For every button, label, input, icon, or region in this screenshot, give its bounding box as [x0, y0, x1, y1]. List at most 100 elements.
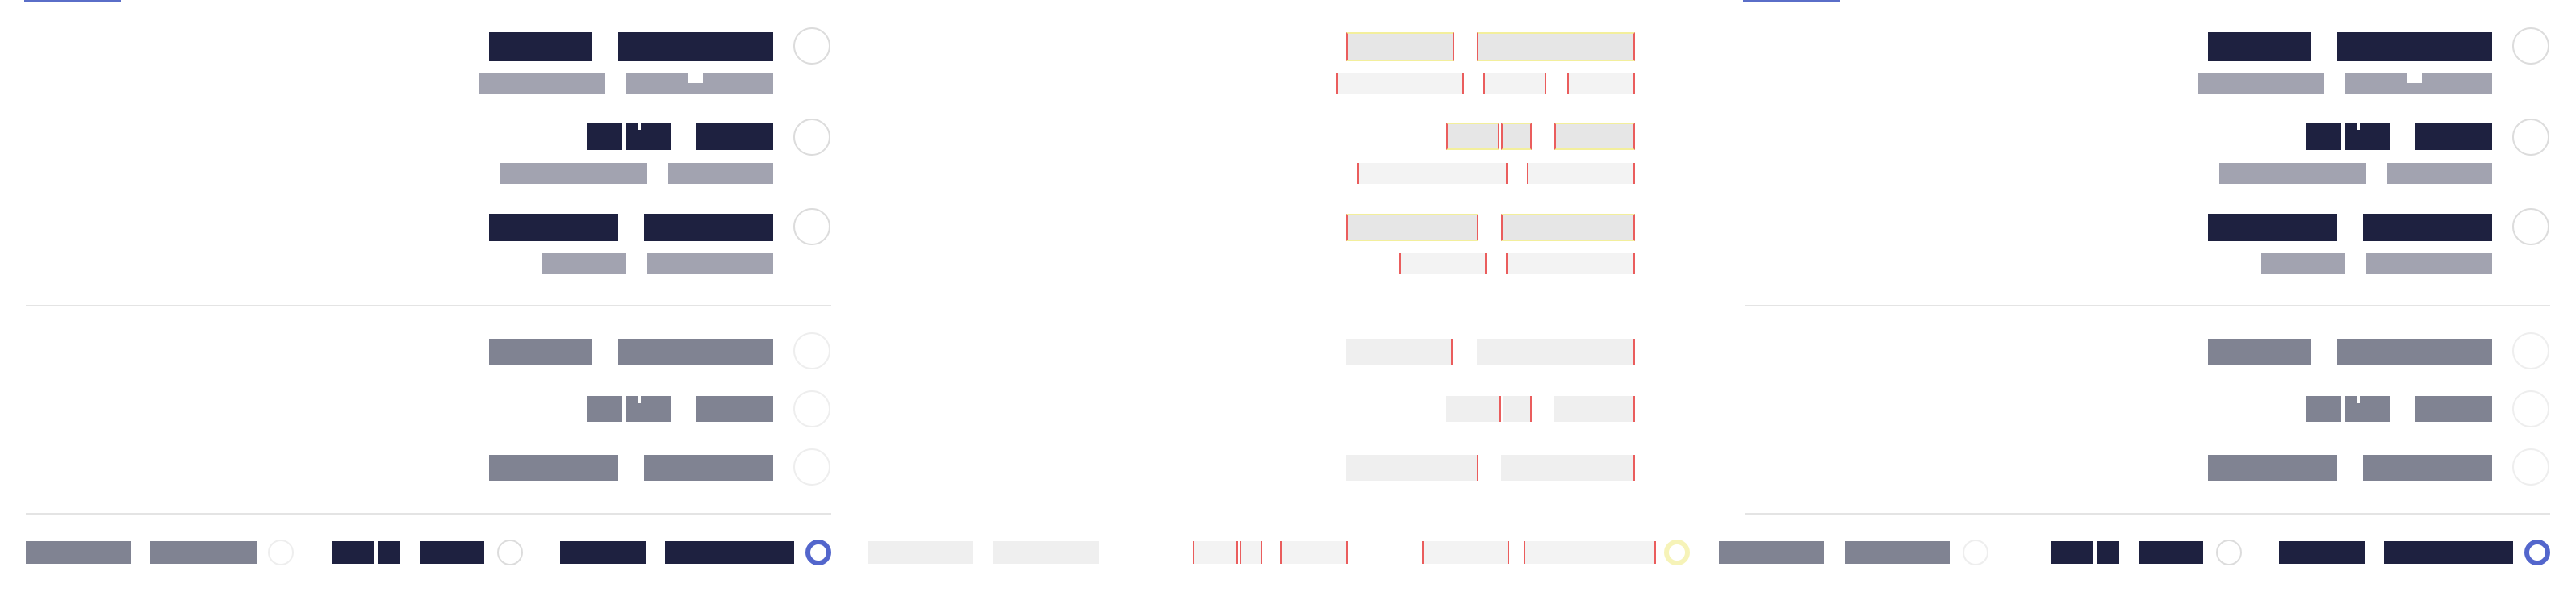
- option-title-part: [2363, 214, 2492, 241]
- option-subtitle-part: [647, 253, 773, 274]
- option-title-part: [2208, 32, 2311, 61]
- subtitle-gap: [688, 73, 703, 83]
- radio-button-selected-icon[interactable]: [2524, 540, 2550, 565]
- top-tab-indicator[interactable]: [1743, 0, 1840, 2]
- bottom-option-part: [2051, 541, 2093, 564]
- option-subtitle-part: [1506, 253, 1635, 274]
- option-title-part: [2363, 455, 2492, 481]
- glyph-gap: [2357, 123, 2360, 130]
- option-title-part: [696, 396, 773, 422]
- option-title-part: [2337, 32, 2492, 61]
- option-subtitle-part: [1399, 253, 1487, 274]
- bottom-option-part: [2097, 541, 2119, 564]
- panel-left: [0, 0, 855, 592]
- option-title-part: [489, 339, 592, 365]
- option-title-part: [1346, 455, 1478, 481]
- option-title-part: [1346, 339, 1453, 365]
- top-tab-indicator[interactable]: [24, 0, 121, 2]
- section-divider: [26, 305, 831, 306]
- option-title-part: [2306, 396, 2341, 422]
- subtitle-gap: [2407, 73, 2422, 83]
- radio-button-icon[interactable]: [2512, 208, 2549, 245]
- option-subtitle-part: [1336, 73, 1464, 94]
- option-title-part: [2415, 123, 2492, 150]
- option-subtitle-part: [542, 253, 626, 274]
- radio-button-icon[interactable]: [793, 119, 830, 156]
- radio-button-selected-icon[interactable]: [805, 540, 831, 565]
- option-title-part: [2306, 123, 2341, 150]
- radio-button-icon[interactable]: [2512, 119, 2549, 156]
- radio-button-icon[interactable]: [2512, 390, 2549, 427]
- radio-button-icon[interactable]: [2512, 27, 2549, 65]
- bottom-option-part: [2384, 541, 2513, 564]
- option-title-part: [618, 339, 773, 365]
- option-title-part: [2345, 396, 2390, 422]
- radio-button-icon[interactable]: [268, 540, 294, 565]
- bottom-option-part: [1280, 541, 1348, 564]
- option-subtitle-part: [2219, 163, 2366, 184]
- option-subtitle-part: [479, 73, 605, 94]
- option-subtitle-part: [2261, 253, 2345, 274]
- bottom-option-part: [1845, 541, 1950, 564]
- option-title-part: [1477, 339, 1635, 365]
- option-title-part: [2415, 396, 2492, 422]
- bottom-option-part: [150, 541, 257, 564]
- radio-button-selected-icon[interactable]: [1664, 540, 1690, 565]
- option-subtitle-part: [668, 163, 773, 184]
- bottom-option-part: [2139, 541, 2203, 564]
- glyph-gap: [638, 123, 641, 130]
- radio-button-icon[interactable]: [793, 27, 830, 65]
- radio-button-icon[interactable]: [793, 448, 830, 486]
- option-subtitle-part: [1527, 163, 1635, 184]
- bottom-option-part: [665, 541, 794, 564]
- bottom-option-part: [420, 541, 484, 564]
- bottom-option-part: [378, 541, 400, 564]
- option-title-part: [626, 123, 671, 150]
- radio-button-icon[interactable]: [497, 540, 523, 565]
- top-tab-indicator[interactable]: [872, 0, 968, 2]
- option-title-part: [1554, 123, 1635, 150]
- section-divider: [26, 513, 831, 515]
- bottom-option-part: [1193, 541, 1238, 564]
- option-title-part: [626, 396, 671, 422]
- option-title-part: [644, 455, 773, 481]
- option-title-part: [696, 123, 773, 150]
- bottom-option-part: [1524, 541, 1656, 564]
- radio-button-icon[interactable]: [2512, 332, 2549, 369]
- bottom-option-part: [868, 541, 973, 564]
- option-title-part: [587, 123, 622, 150]
- radio-button-icon[interactable]: [793, 390, 830, 427]
- option-title-part: [1501, 123, 1532, 150]
- glyph-gap: [2357, 396, 2360, 403]
- option-subtitle-part: [2198, 73, 2324, 94]
- option-title-part: [644, 214, 773, 241]
- radio-button-icon[interactable]: [2216, 540, 2242, 565]
- option-subtitle-part: [1567, 73, 1635, 94]
- section-divider: [1745, 305, 2550, 306]
- radio-button-icon[interactable]: [793, 332, 830, 369]
- option-title-part: [1501, 455, 1635, 481]
- option-title-part: [618, 32, 773, 61]
- bottom-option-part: [1240, 541, 1262, 564]
- radio-button-icon[interactable]: [1654, 27, 1692, 65]
- option-subtitle-part: [2366, 253, 2492, 274]
- option-title-part: [1503, 396, 1532, 422]
- option-title-part: [1346, 214, 1478, 241]
- radio-button-icon[interactable]: [2512, 448, 2549, 486]
- radio-button-icon[interactable]: [1963, 540, 1988, 565]
- glyph-gap: [638, 396, 641, 403]
- option-title-part: [2345, 123, 2390, 150]
- bottom-option-part: [2279, 541, 2365, 564]
- option-title-part: [2208, 214, 2337, 241]
- option-subtitle-part: [2387, 163, 2492, 184]
- radio-button-icon[interactable]: [793, 208, 830, 245]
- option-title-part: [489, 214, 618, 241]
- option-title-part: [1554, 396, 1635, 422]
- option-subtitle-part: [1483, 73, 1546, 94]
- option-subtitle-part: [500, 163, 647, 184]
- option-title-part: [1501, 214, 1635, 241]
- option-title-part: [2208, 339, 2311, 365]
- bottom-option-part: [332, 541, 374, 564]
- section-divider: [1745, 513, 2550, 515]
- option-subtitle-part: [1357, 163, 1508, 184]
